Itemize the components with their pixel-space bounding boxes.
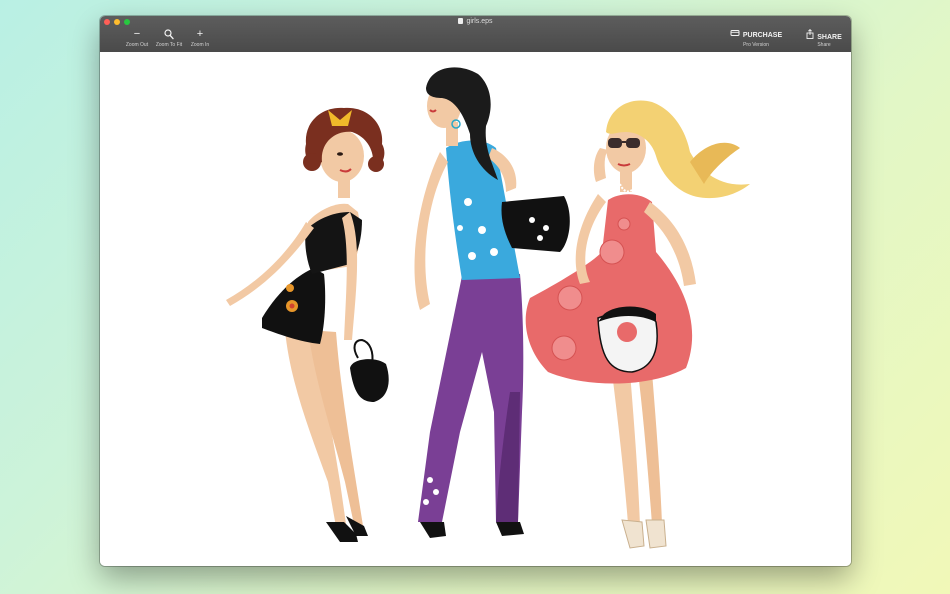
titlebar: girls.eps − Zoom Out Zoom To Fit + Zoom …	[100, 16, 851, 53]
girl-right	[525, 100, 750, 549]
document-icon	[458, 18, 464, 24]
zoom-out-button[interactable]: − Zoom Out	[122, 28, 152, 49]
zoom-out-label: Zoom Out	[125, 42, 149, 48]
cart-icon	[730, 29, 740, 42]
magnifier-icon	[152, 29, 186, 41]
preview-window: girls.eps − Zoom Out Zoom To Fit + Zoom …	[100, 16, 851, 566]
document-title: girls.eps	[100, 18, 851, 25]
document-title-text: girls.eps	[466, 18, 493, 25]
zoom-to-fit-label: Zoom To Fit	[155, 42, 183, 48]
share-button[interactable]: SHARE Share	[802, 28, 846, 48]
purchase-sublabel: Pro Version	[743, 42, 769, 48]
share-label: SHARE	[817, 34, 842, 41]
purchase-button[interactable]: PURCHASE Pro Version	[728, 29, 784, 48]
image-canvas	[100, 52, 851, 566]
girl-left	[226, 107, 389, 542]
plus-icon: +	[196, 28, 204, 40]
minus-icon: −	[133, 28, 141, 40]
share-icon	[806, 28, 814, 44]
zoom-in-button[interactable]: + Zoom In	[186, 28, 214, 49]
purchase-label: PURCHASE	[742, 32, 783, 39]
zoom-in-label: Zoom In	[190, 42, 210, 48]
girls-illustration	[226, 67, 750, 549]
zoom-to-fit-button[interactable]: Zoom To Fit	[152, 29, 186, 48]
